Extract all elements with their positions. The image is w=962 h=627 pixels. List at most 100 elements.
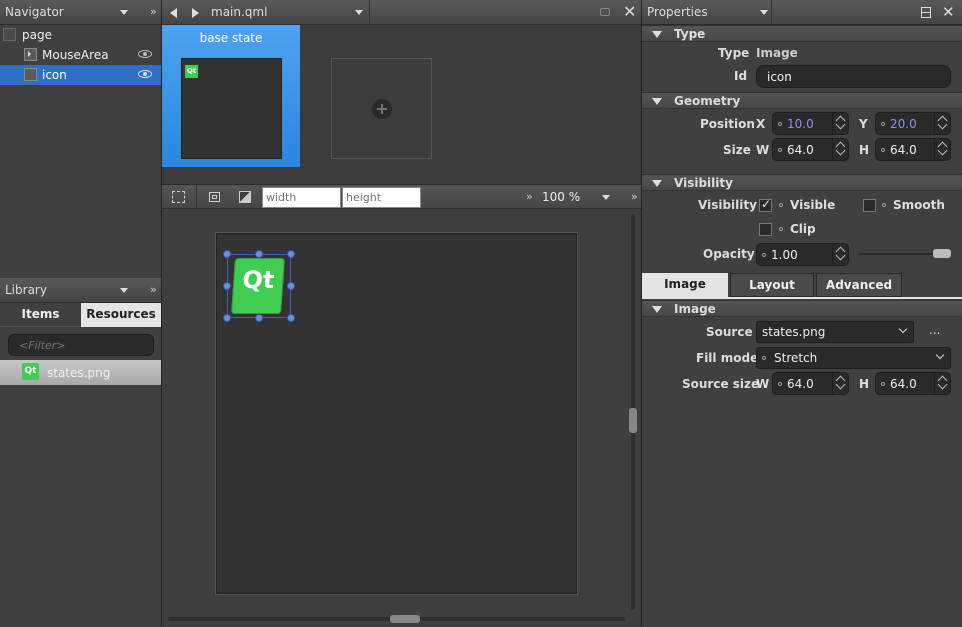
- double-chevron-icon[interactable]: »: [150, 5, 157, 18]
- file-name[interactable]: main.qml: [211, 5, 267, 19]
- divider: [369, 0, 370, 25]
- spin-arrows-icon[interactable]: [832, 113, 848, 134]
- type-label: Type: [718, 46, 750, 60]
- tab-layout[interactable]: Layout: [730, 273, 814, 297]
- resource-item[interactable]: Qt states.png: [0, 360, 161, 385]
- browse-button[interactable]: ...: [929, 323, 940, 337]
- add-state-button[interactable]: +: [331, 58, 432, 159]
- resize-handle[interactable]: [223, 282, 231, 290]
- tree-item-label: page: [22, 28, 52, 42]
- opacity-slider[interactable]: [859, 249, 951, 258]
- resize-handle[interactable]: [223, 250, 231, 258]
- tree-item-label: icon: [42, 68, 67, 82]
- tab-resources[interactable]: Resources: [81, 303, 161, 327]
- section-geometry[interactable]: Geometry: [642, 92, 962, 109]
- tab-image[interactable]: Image: [642, 273, 728, 297]
- close-icon[interactable]: ✕: [942, 3, 955, 21]
- lock-icon[interactable]: [600, 8, 610, 16]
- chevron-down-icon[interactable]: [120, 288, 128, 293]
- page-item[interactable]: Qt: [215, 232, 578, 595]
- resize-handle[interactable]: [287, 250, 295, 258]
- height-spinbox[interactable]: 64.0: [875, 138, 951, 161]
- resize-handle[interactable]: [223, 314, 231, 322]
- y-spinbox[interactable]: 20.0: [875, 112, 951, 135]
- resize-handle[interactable]: [255, 314, 263, 322]
- tree-item-label: MouseArea: [42, 48, 109, 62]
- scrollbar-thumb[interactable]: [629, 408, 637, 433]
- back-arrow-icon[interactable]: [170, 8, 177, 18]
- state-label: base state: [199, 31, 263, 45]
- smooth-label: Smooth: [893, 198, 945, 212]
- section-type[interactable]: Type: [642, 25, 962, 42]
- spin-arrows-icon[interactable]: [934, 139, 950, 160]
- form-toolbar: » 100 % »: [162, 184, 641, 209]
- opacity-value: 1.00: [771, 248, 798, 262]
- slider-thumb[interactable]: [933, 249, 951, 258]
- section-image[interactable]: Image: [642, 300, 962, 317]
- vertical-scrollbar[interactable]: [629, 215, 637, 610]
- double-chevron-icon[interactable]: »: [150, 283, 157, 296]
- double-chevron-icon[interactable]: »: [526, 190, 533, 203]
- source-height-spinbox[interactable]: 64.0: [875, 372, 951, 395]
- collapse-icon: [652, 306, 662, 313]
- icon-item[interactable]: Qt: [223, 250, 295, 322]
- background-icon[interactable]: [239, 191, 251, 203]
- spin-arrows-icon[interactable]: [934, 373, 950, 394]
- state-base[interactable]: base state Qt: [162, 25, 300, 167]
- y-label: Y: [859, 117, 868, 131]
- chevron-down-icon: [935, 350, 945, 360]
- close-icon[interactable]: ✕: [623, 2, 636, 21]
- select-tool-icon[interactable]: [172, 191, 185, 203]
- state-thumbnail: Qt: [181, 58, 282, 159]
- spin-arrows-icon[interactable]: [832, 244, 848, 265]
- resize-handle[interactable]: [255, 250, 263, 258]
- height-input[interactable]: [342, 187, 421, 208]
- design-canvas: Qt: [162, 209, 641, 627]
- w-label: W: [756, 377, 770, 391]
- resize-handle[interactable]: [287, 282, 295, 290]
- tree-item-mousearea[interactable]: MouseArea: [0, 45, 161, 65]
- eye-icon[interactable]: [138, 70, 152, 78]
- double-chevron-icon[interactable]: »: [631, 190, 638, 203]
- x-spinbox[interactable]: 10.0: [772, 112, 849, 135]
- tab-underline: [642, 297, 962, 299]
- float-icon[interactable]: [921, 7, 931, 18]
- width-spinbox[interactable]: 64.0: [772, 138, 849, 161]
- forward-arrow-icon[interactable]: [192, 8, 199, 18]
- clip-checkbox[interactable]: [759, 223, 772, 236]
- resize-handle[interactable]: [287, 314, 295, 322]
- tree-item-icon[interactable]: icon: [0, 65, 161, 85]
- filter-input[interactable]: [8, 334, 154, 356]
- boundary-icon[interactable]: [209, 192, 220, 202]
- section-title: Image: [674, 302, 716, 316]
- chevron-down-icon[interactable]: [760, 10, 768, 15]
- smooth-checkbox[interactable]: [863, 199, 876, 212]
- eye-icon[interactable]: [138, 50, 152, 58]
- tab-advanced[interactable]: Advanced: [816, 273, 902, 297]
- horizontal-scrollbar[interactable]: [168, 615, 625, 623]
- fill-mode-combobox[interactable]: Stretch: [756, 347, 951, 369]
- tree-item-page[interactable]: page: [0, 25, 161, 45]
- source-combobox[interactable]: states.png: [756, 321, 914, 343]
- chevron-down-icon[interactable]: [602, 195, 610, 200]
- divider: [771, 0, 772, 25]
- source-width-spinbox[interactable]: 64.0: [772, 372, 849, 395]
- qt-logo-icon: Qt: [22, 363, 39, 380]
- zoom-value[interactable]: 100 %: [542, 190, 580, 204]
- chevron-down-icon[interactable]: [355, 10, 363, 15]
- width-input[interactable]: [262, 187, 341, 208]
- tab-items[interactable]: Items: [0, 303, 81, 327]
- scrollbar-thumb[interactable]: [390, 615, 420, 623]
- section-title: Type: [674, 27, 706, 41]
- divider: [196, 185, 197, 209]
- visible-checkbox[interactable]: ✓: [759, 197, 772, 212]
- spin-arrows-icon[interactable]: [832, 373, 848, 394]
- spin-arrows-icon[interactable]: [832, 139, 848, 160]
- chevron-down-icon[interactable]: [120, 10, 128, 15]
- checkmark-icon: ✓: [761, 197, 772, 211]
- section-title: Geometry: [674, 94, 741, 108]
- id-field[interactable]: icon: [756, 65, 951, 88]
- opacity-spinbox[interactable]: 1.00: [756, 243, 849, 266]
- spin-arrows-icon[interactable]: [934, 113, 950, 134]
- section-visibility[interactable]: Visibility: [642, 174, 962, 191]
